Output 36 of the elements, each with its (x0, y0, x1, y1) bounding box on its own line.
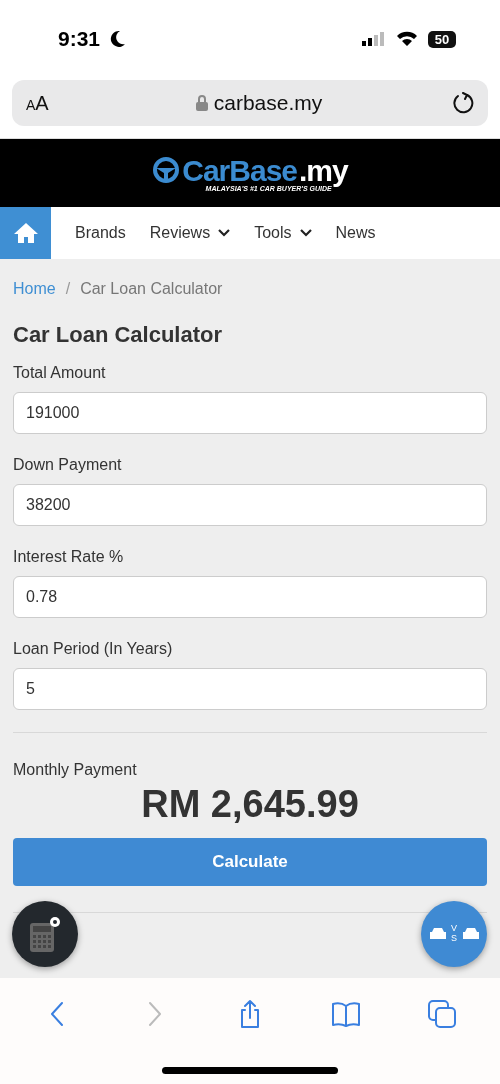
url-text[interactable]: carbase.my (213, 91, 323, 115)
home-button[interactable] (0, 207, 51, 259)
input-field[interactable]: 38200 (13, 484, 487, 526)
input-field[interactable]: 191000 (13, 392, 487, 434)
home-icon (12, 222, 39, 244)
steering-wheel-icon (152, 157, 181, 185)
calculator-button[interactable] (12, 901, 78, 967)
chevron-down-icon (218, 229, 231, 237)
input-field[interactable]: 0.78 (13, 576, 487, 618)
text-size-button[interactable]: AA (26, 91, 66, 115)
chevron-down-icon (299, 229, 312, 237)
moon-icon (110, 30, 127, 48)
field-label: Total Amount (13, 364, 107, 382)
result-label: Monthly Payment (13, 761, 138, 779)
clock-time: 9:31 (58, 27, 101, 51)
battery-level: 50 (428, 30, 456, 48)
nav-link[interactable]: Tools (254, 224, 312, 242)
field-label: Down Payment (13, 456, 123, 474)
nav-link[interactable]: Reviews (149, 224, 231, 242)
field-label: Interest Rate % (13, 548, 125, 566)
nav-link[interactable]: Brands (75, 224, 126, 242)
breadcrumb-separator: / (65, 280, 71, 298)
reload-icon[interactable] (452, 92, 474, 114)
wifi-icon (396, 31, 418, 47)
input-field[interactable]: 5 (13, 668, 487, 710)
field-label: Loan Period (In Years) (13, 640, 174, 658)
signal-icon (362, 31, 386, 47)
calculate-button[interactable]: Calculate (13, 838, 487, 886)
tabs-button[interactable] (426, 998, 458, 1030)
tabs-icon (426, 998, 458, 1030)
monthly-payment-amount: RM 2,645.99 (140, 783, 360, 826)
nav-link[interactable]: News (335, 224, 376, 242)
breadcrumb-current: Car Loan Calculator (80, 280, 223, 298)
compare-button[interactable]: VS (421, 901, 487, 967)
lock-icon (195, 95, 208, 111)
page-title: Car Loan Calculator (13, 322, 224, 348)
